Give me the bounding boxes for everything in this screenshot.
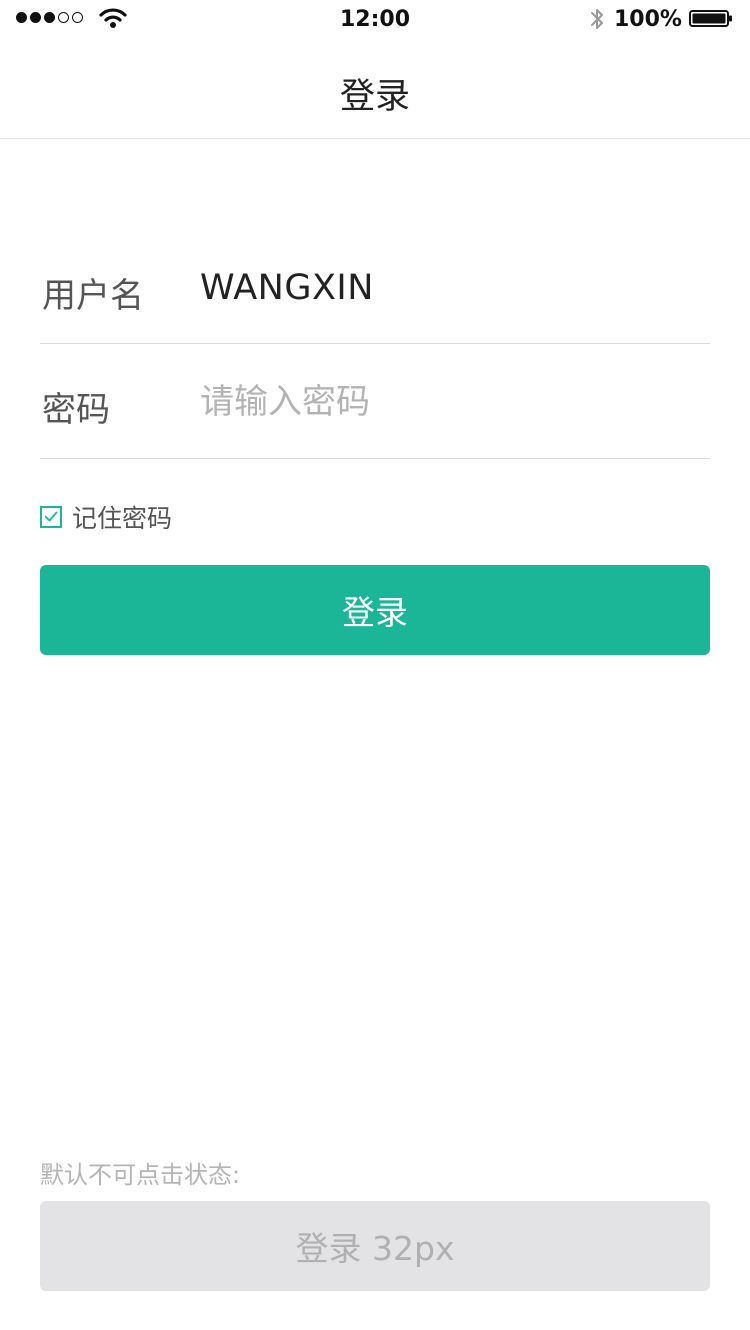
- login-button[interactable]: 登录: [40, 565, 710, 655]
- disabled-caption: 默认不可点击状态:: [40, 1161, 241, 1189]
- check-icon: [44, 511, 58, 522]
- nav-bar: 登录: [0, 40, 750, 139]
- page-title: 登录: [339, 77, 410, 117]
- password-label: 密码: [42, 390, 110, 430]
- username-label: 用户名: [42, 276, 144, 316]
- login-button-disabled: 登录 32px: [40, 1201, 710, 1291]
- status-bar: 12:00 100%: [0, 0, 750, 40]
- username-field[interactable]: WANGXIN: [200, 268, 374, 308]
- bluetooth-icon: [591, 9, 603, 29]
- battery-percent: 100%: [614, 7, 682, 32]
- remember-password[interactable]: 记住密码: [40, 499, 172, 535]
- password-field[interactable]: [200, 374, 680, 430]
- remember-checkbox[interactable]: [40, 506, 62, 528]
- remember-label: 记住密码: [72, 504, 173, 533]
- password-row: 密码: [40, 344, 710, 459]
- battery-icon: [689, 10, 732, 27]
- username-row: 用户名 WANGXIN: [40, 230, 710, 344]
